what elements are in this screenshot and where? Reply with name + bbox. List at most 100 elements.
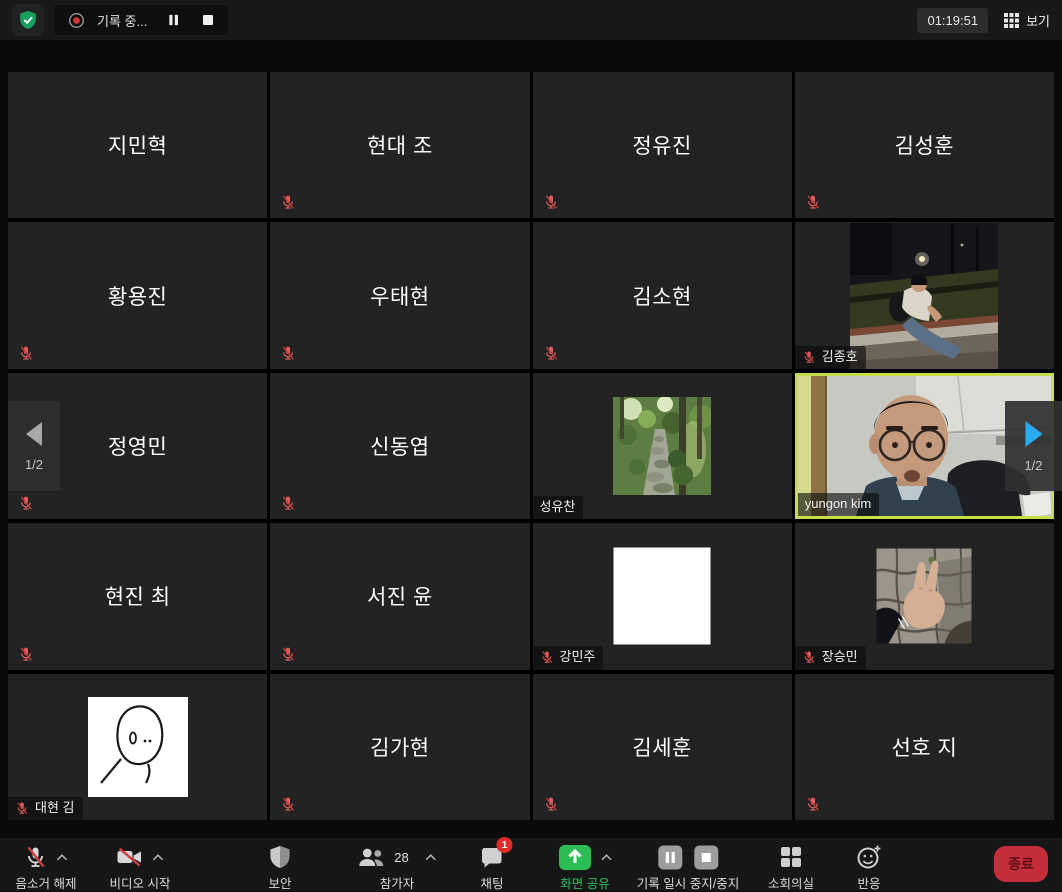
tile-sunho-ji[interactable]: 선호 지 [795, 674, 1054, 820]
start-video-button[interactable]: 비디오 시작 [110, 843, 171, 892]
participants-icon [357, 846, 385, 868]
tile-shindongyeop[interactable]: 신동엽 [270, 373, 529, 519]
recording-pause-stop-button[interactable]: 기록 일시 중지/중지 [637, 843, 739, 892]
chat-button[interactable]: 1 채팅 [480, 843, 505, 892]
tile-kimsohyun[interactable]: 김소현 [533, 222, 792, 368]
participant-name: 성유찬 [540, 499, 576, 515]
participants-button[interactable]: 28 참가자 [357, 843, 436, 892]
recording-indicator: 기록 중... [54, 5, 228, 35]
muted-mic-icon [18, 345, 34, 361]
page-indicator: 1/2 [1024, 458, 1042, 473]
tool-label: 음소거 해제 [16, 873, 77, 892]
tool-label: 소회의실 [768, 873, 814, 892]
muted-mic-icon [805, 796, 821, 812]
participant-name: 황용진 [8, 222, 267, 368]
breakout-rooms-button[interactable]: 소회의실 [768, 843, 814, 892]
next-page-button[interactable]: 1/2 [1005, 401, 1062, 491]
participant-name-label: 대현 김 [8, 797, 83, 820]
chevron-up-icon[interactable] [57, 854, 68, 861]
stop-recording-icon[interactable] [202, 14, 214, 26]
stop-recording-icon[interactable] [693, 845, 718, 870]
participant-name: yungon kim [805, 496, 871, 512]
muted-mic-icon [18, 495, 34, 511]
participant-name: 서진 윤 [270, 523, 529, 669]
participant-name: 신동엽 [270, 373, 529, 519]
participant-name-label: 성유찬 [533, 496, 584, 519]
muted-mic-icon [805, 194, 821, 210]
participant-name: 강민주 [560, 649, 596, 665]
tile-jeongyujin[interactable]: 정유진 [533, 72, 792, 218]
muted-mic-icon [280, 194, 296, 210]
unmute-button[interactable]: 음소거 해제 [16, 843, 77, 892]
tile-kimgahyun[interactable]: 김가현 [270, 674, 529, 820]
tile-kangminju[interactable]: 강민주 [533, 523, 792, 669]
meeting-timer: 01:19:51 [917, 8, 988, 33]
tile-seojin-yoon[interactable]: 서진 윤 [270, 523, 529, 669]
reactions-button[interactable]: 반응 [856, 843, 882, 892]
tile-hyunjin-choi[interactable]: 현진 최 [8, 523, 267, 669]
end-meeting-button[interactable]: 종료 [994, 846, 1048, 882]
top-bar: 기록 중... 01:19:51 보기 [0, 0, 1062, 40]
muted-mic-icon [543, 194, 559, 210]
gallery-grid-icon [1004, 13, 1019, 28]
participant-name-label: 김종호 [795, 346, 866, 369]
previous-page-button[interactable]: 1/2 [8, 401, 60, 491]
muted-mic-icon [802, 350, 816, 364]
breakout-rooms-icon [779, 845, 803, 869]
tile-hyundae-jo[interactable]: 현대 조 [270, 72, 529, 218]
tool-label: 화면 공유 [560, 873, 609, 892]
security-button[interactable]: 보안 [268, 843, 291, 892]
participant-video-white-screen [614, 548, 711, 645]
participant-video-doodle-face [88, 697, 188, 797]
meeting-info-shield-button[interactable] [12, 4, 44, 36]
muted-mic-icon [280, 796, 296, 812]
reactions-icon [856, 844, 882, 870]
participant-name: 김종호 [822, 349, 858, 365]
shield-check-icon [17, 9, 39, 31]
view-button-label: 보기 [1026, 11, 1050, 30]
share-screen-icon [558, 844, 592, 871]
tile-daehyun-kim[interactable]: 대현 김 [8, 674, 267, 820]
muted-mic-icon [540, 650, 554, 664]
tool-label: 보안 [268, 873, 291, 892]
participant-video-hand-photo [877, 549, 972, 644]
participant-name: 장승민 [822, 649, 858, 665]
chat-unread-badge: 1 [497, 837, 513, 853]
tile-wootaehyun[interactable]: 우태현 [270, 222, 529, 368]
pause-recording-icon[interactable] [657, 845, 682, 870]
tile-jangseungmin[interactable]: 장승민 [795, 523, 1054, 669]
muted-mic-icon [15, 801, 29, 815]
tile-seongyuchan[interactable]: 성유찬 [533, 373, 792, 519]
muted-mic-icon [280, 345, 296, 361]
view-button[interactable]: 보기 [1004, 11, 1050, 30]
mic-muted-icon [24, 844, 48, 870]
chevron-right-icon [1021, 419, 1047, 449]
participant-video-garden-photo [613, 397, 711, 495]
recording-status-text: 기록 중... [97, 11, 147, 30]
participant-name: 김성훈 [795, 72, 1054, 218]
tool-label: 기록 일시 중지/중지 [637, 873, 739, 892]
chevron-up-icon[interactable] [153, 854, 164, 861]
share-screen-button[interactable]: 화면 공유 [558, 843, 612, 892]
record-icon [68, 12, 85, 29]
participant-name-label: yungon kim [798, 493, 879, 516]
chevron-up-icon[interactable] [601, 854, 612, 861]
participant-name: 현진 최 [8, 523, 267, 669]
tile-kimseonghun[interactable]: 김성훈 [795, 72, 1054, 218]
participant-name: 현대 조 [270, 72, 529, 218]
tool-label: 참가자 [380, 873, 415, 892]
page-indicator: 1/2 [25, 457, 43, 472]
muted-mic-icon [802, 650, 816, 664]
tile-hwangyongjin[interactable]: 황용진 [8, 222, 267, 368]
muted-mic-icon [280, 495, 296, 511]
tile-jiminhyuk[interactable]: 지민혁 [8, 72, 267, 218]
chevron-up-icon[interactable] [426, 854, 437, 861]
shield-icon [268, 845, 291, 870]
participant-name: 대현 김 [35, 800, 75, 816]
tile-kimjongho[interactable]: 김종호 [795, 222, 1054, 368]
tile-kimsehun[interactable]: 김세훈 [533, 674, 792, 820]
participant-name: 김세훈 [533, 674, 792, 820]
participant-name-label: 강민주 [533, 646, 604, 669]
pause-recording-icon[interactable] [167, 13, 180, 27]
muted-mic-icon [18, 646, 34, 662]
